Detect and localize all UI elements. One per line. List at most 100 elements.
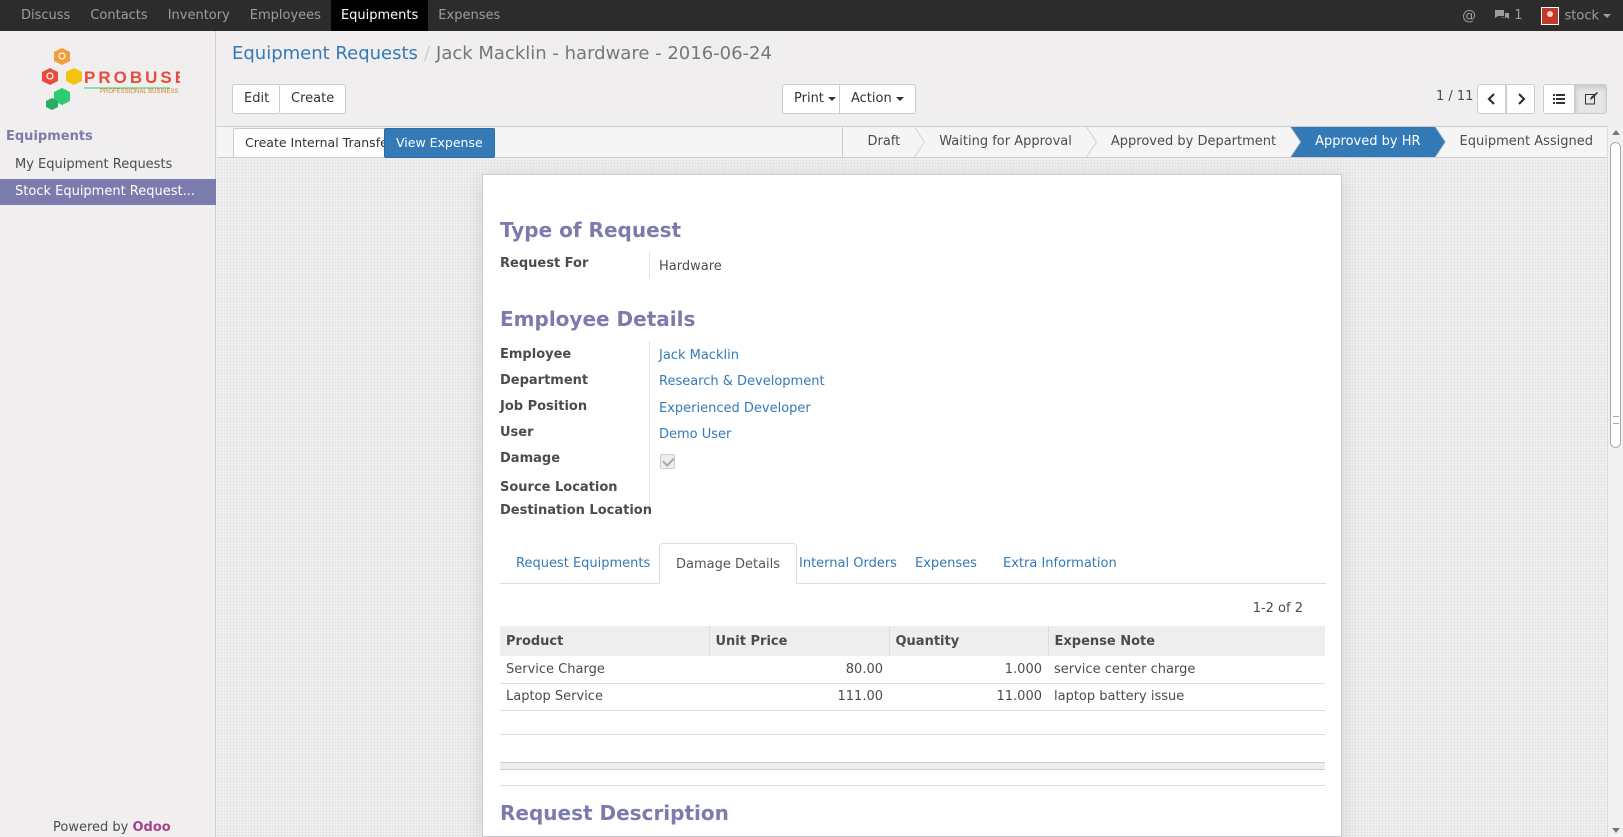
employee-value[interactable]: Jack Macklin bbox=[659, 348, 739, 363]
edit-button[interactable]: Edit bbox=[232, 84, 282, 114]
table-empty-row bbox=[500, 734, 1325, 735]
field-divider bbox=[649, 341, 650, 511]
menu-discuss[interactable]: Discuss bbox=[11, 0, 80, 31]
grip-icon bbox=[1613, 416, 1619, 424]
stage-draft[interactable]: Draft bbox=[842, 127, 926, 157]
tab-internal-orders[interactable]: Internal Orders bbox=[783, 543, 913, 584]
damage-lines-table: Product Unit Price Quantity Expense Note… bbox=[500, 626, 1325, 711]
tab-expenses[interactable]: Expenses bbox=[899, 543, 993, 584]
record-count: 1-2 of 2 bbox=[1252, 601, 1303, 616]
menu-inventory[interactable]: Inventory bbox=[158, 0, 240, 31]
menu-employees[interactable]: Employees bbox=[240, 0, 331, 31]
stage-approved-by-department[interactable]: Approved by Department bbox=[1085, 127, 1302, 157]
chat-icon bbox=[1495, 10, 1510, 19]
cell-unit-price: 80.00 bbox=[709, 656, 889, 684]
form-view-button[interactable] bbox=[1575, 84, 1607, 114]
action-dropdown[interactable]: Action bbox=[839, 84, 916, 114]
job-position-value[interactable]: Experienced Developer bbox=[659, 401, 811, 416]
stage-approved-by-hr[interactable]: Approved by HR bbox=[1290, 127, 1446, 157]
breadcrumb-separator: / bbox=[423, 43, 431, 64]
chevron-right-icon bbox=[1517, 92, 1526, 105]
list-icon bbox=[1553, 93, 1565, 104]
damage-checkbox bbox=[660, 454, 675, 469]
stage-pipeline: Draft Waiting for Approval Approved by D… bbox=[842, 127, 1607, 157]
breadcrumb: Equipment Requests / Jack Macklin - hardwa… bbox=[232, 43, 772, 64]
pager-previous-button[interactable] bbox=[1477, 84, 1506, 114]
source-location-label: Source Location bbox=[500, 480, 618, 495]
control-panel: Equipment Requests / Jack Macklin - hardwa… bbox=[217, 31, 1623, 125]
messages-button[interactable]: 1 bbox=[1494, 8, 1523, 23]
messages-count: 1 bbox=[1514, 8, 1523, 23]
column-quantity[interactable]: Quantity bbox=[888, 626, 1048, 656]
cell-product: Laptop Service bbox=[500, 683, 709, 711]
cell-unit-price: 111.00 bbox=[709, 683, 889, 711]
column-expense-note[interactable]: Expense Note bbox=[1047, 626, 1325, 656]
breadcrumb-current: Jack Macklin - hardware - 2016-06-24 bbox=[436, 43, 772, 64]
divider bbox=[500, 785, 1325, 786]
table-row[interactable]: Laptop Service 111.00 11.000 laptop batt… bbox=[500, 683, 1325, 711]
pager-value[interactable]: 1 / 11 bbox=[1436, 89, 1473, 104]
destination-location-label: Destination Location bbox=[500, 503, 652, 518]
company-logo[interactable]: PROBUSE PROFESSIONAL BUSINESS bbox=[38, 46, 186, 118]
menu-equipments[interactable]: Equipments bbox=[330, 0, 429, 31]
chevron-left-icon bbox=[1486, 92, 1495, 105]
user-name: stock bbox=[1564, 8, 1600, 23]
logo-tagline: PROFESSIONAL BUSINESS bbox=[100, 89, 178, 95]
menu-expenses[interactable]: Expenses bbox=[428, 0, 510, 31]
form-sheet: Type of Request Request For Hardware Emp… bbox=[482, 174, 1342, 837]
tab-request-equipments[interactable]: Request Equipments bbox=[500, 543, 666, 584]
field-divider bbox=[649, 252, 650, 278]
request-for-value: Hardware bbox=[659, 259, 722, 274]
menu-contacts[interactable]: Contacts bbox=[80, 0, 157, 31]
column-unit-price[interactable]: Unit Price bbox=[708, 626, 889, 656]
employee-details-title: Employee Details bbox=[500, 307, 696, 331]
scrollbar-thumb[interactable] bbox=[1610, 142, 1621, 448]
at-icon[interactable]: @ bbox=[1462, 8, 1476, 24]
cell-expense-note: service center charge bbox=[1048, 656, 1325, 684]
chevron-down-icon bbox=[827, 96, 836, 101]
type-of-request-title: Type of Request bbox=[500, 218, 682, 242]
scroll-up-icon[interactable] bbox=[1612, 130, 1620, 135]
systray: @ 1 stock bbox=[1462, 0, 1611, 31]
list-view-button[interactable] bbox=[1543, 84, 1575, 114]
request-for-label: Request For bbox=[500, 256, 589, 271]
action-label: Action bbox=[851, 91, 892, 106]
column-product[interactable]: Product bbox=[500, 626, 709, 656]
sidebar-item-my-equipment-requests[interactable]: My Equipment Requests bbox=[0, 152, 216, 178]
create-button[interactable]: Create bbox=[279, 84, 347, 114]
stage-equipment-assigned[interactable]: Equipment Assigned bbox=[1434, 127, 1607, 157]
notebook-tabs: Request Equipments Damage Details Intern… bbox=[500, 543, 1326, 585]
probuse-logo-icon: PROBUSE PROFESSIONAL BUSINESS bbox=[42, 48, 186, 110]
request-description-title: Request Description bbox=[500, 801, 729, 825]
view-expense-button[interactable]: View Expense bbox=[384, 128, 495, 158]
vertical-scrollbar[interactable] bbox=[1607, 126, 1623, 837]
pager-next-button[interactable] bbox=[1506, 84, 1535, 114]
sidebar-item-stock-equipment-request[interactable]: Stock Equipment Request... bbox=[0, 179, 216, 205]
user-menu[interactable]: stock bbox=[1540, 6, 1611, 25]
app-menu: Discuss Contacts Inventory Employees Equ… bbox=[11, 0, 510, 31]
print-label: Print bbox=[794, 91, 824, 106]
chevron-down-icon bbox=[895, 96, 904, 101]
cell-quantity: 1.000 bbox=[889, 656, 1048, 684]
breadcrumb-parent[interactable]: Equipment Requests bbox=[232, 43, 418, 64]
table-footer bbox=[500, 762, 1325, 770]
avatar bbox=[1540, 6, 1559, 25]
odoo-link[interactable]: Odoo bbox=[133, 820, 171, 835]
table-row[interactable]: Service Charge 80.00 1.000 service cente… bbox=[500, 656, 1325, 684]
user-value[interactable]: Demo User bbox=[659, 427, 731, 442]
create-internal-transfer-button[interactable]: Create Internal Transfer bbox=[233, 128, 405, 158]
department-value[interactable]: Research & Development bbox=[659, 374, 825, 389]
form-statusbar: Create Internal Transfer View Expense Dr… bbox=[217, 126, 1607, 158]
edit-icon bbox=[1584, 92, 1598, 105]
stage-waiting-for-approval[interactable]: Waiting for Approval bbox=[914, 127, 1097, 157]
cell-expense-note: laptop battery issue bbox=[1048, 683, 1325, 711]
table-header-row: Product Unit Price Quantity Expense Note bbox=[500, 626, 1325, 656]
tab-damage-details[interactable]: Damage Details bbox=[659, 543, 798, 585]
employee-label: Employee bbox=[500, 347, 572, 362]
powered-by: Powered by Odoo bbox=[53, 820, 171, 835]
cell-quantity: 11.000 bbox=[889, 683, 1048, 711]
top-navbar: Discuss Contacts Inventory Employees Equ… bbox=[0, 0, 1623, 31]
tab-extra-information[interactable]: Extra Information bbox=[987, 543, 1133, 584]
scroll-down-icon[interactable] bbox=[1612, 828, 1620, 833]
damage-label: Damage bbox=[500, 451, 561, 466]
